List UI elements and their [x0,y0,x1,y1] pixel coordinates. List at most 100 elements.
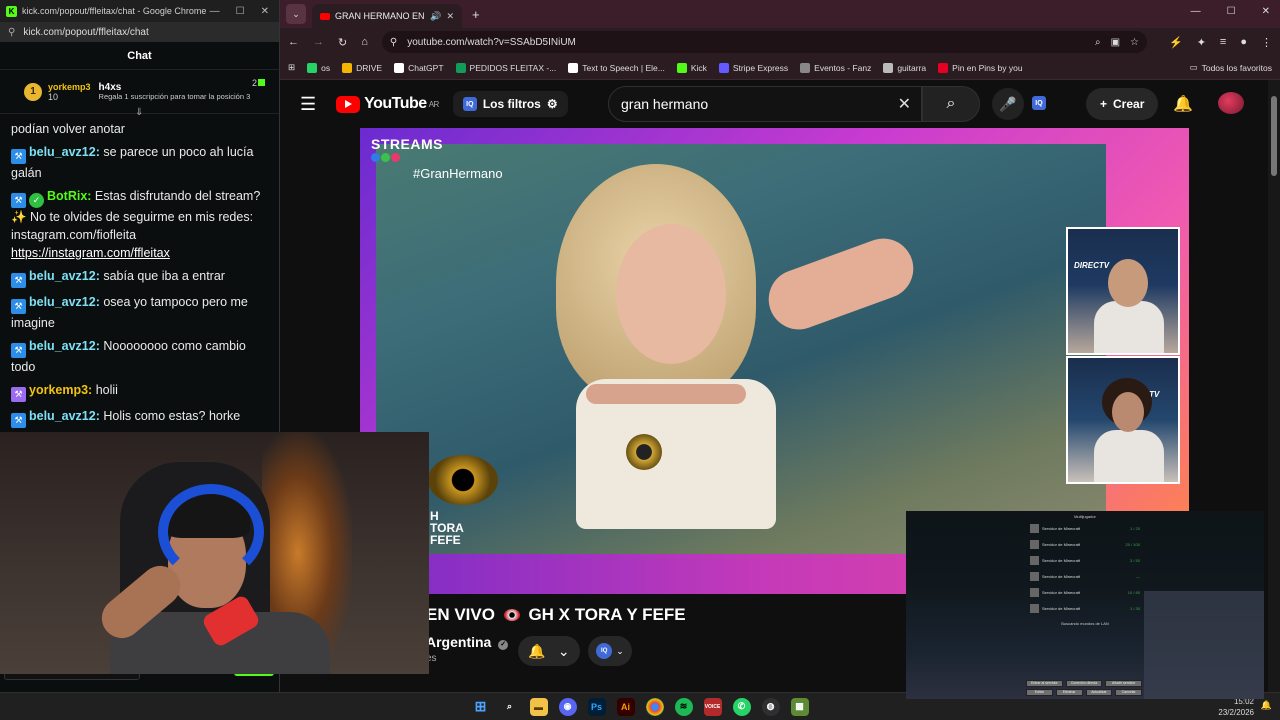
back-icon[interactable]: ← [288,36,299,48]
notification-icon[interactable]: 🔔 [1261,700,1272,711]
install-icon[interactable]: ▣ [1111,37,1120,48]
bookmark-item[interactable]: Pin en Pins by you [938,62,1023,73]
tab-search-icon[interactable]: ⌄ [286,4,306,24]
server-entry[interactable]: Servidor de Minecraft 3 / 50 [1030,555,1140,565]
windows-start-icon[interactable]: ⊞ [472,698,490,716]
extension-icon[interactable]: ⚡ [1169,36,1183,49]
clear-search-icon[interactable]: ✕ [898,94,911,114]
scrollbar-thumb[interactable] [1271,96,1277,176]
hamburger-menu-icon[interactable]: ☰ [300,94,316,115]
game-button[interactable]: Editar [1026,689,1053,696]
minimize-icon[interactable]: — [210,6,220,17]
bookmark-item[interactable]: Text to Speech | Ele... [568,62,665,73]
create-button[interactable]: + Crear [1086,88,1159,120]
new-tab-icon[interactable]: + [472,7,480,22]
chat-username[interactable]: belu_avz12: [29,269,100,283]
photoshop-icon[interactable]: Ps [587,697,606,716]
server-entry[interactable]: Servidor de Minecraft 20 / 100 [1030,539,1140,549]
server-entry[interactable]: Servidor de Minecraft — [1030,571,1140,581]
iq-extension-icon[interactable]: IQ [1032,96,1046,110]
chat-username[interactable]: yorkemp3: [29,383,92,397]
game-button[interactable]: Conexión directa [1065,680,1103,687]
chat-text[interactable]: https://instagram.com/ffleitax [11,246,170,260]
bookmark-item[interactable]: os [307,62,330,73]
kick-window-title: kick.com/popout/ffleitax/chat - Google C… [22,6,207,16]
maximize-icon[interactable]: ☐ [236,6,245,17]
maximize-icon[interactable]: ☐ [1227,6,1236,17]
taskbar-clock[interactable]: 15:02 23/2/2026 [1218,696,1254,718]
kick-logo-icon: K [6,5,17,17]
address-url: youtube.com/watch?v=SSAbD5INiUM [407,36,576,48]
bookmark-favicon-icon [455,62,466,73]
chat-username[interactable]: belu_avz12: [29,339,100,353]
search-input[interactable]: gran hermano ✕ [608,86,922,122]
bookmark-item[interactable]: DRIVE [342,62,382,73]
whatsapp-icon[interactable]: ✆ [732,697,751,716]
site-info-icon[interactable]: ⚲ [390,37,397,48]
reload-icon[interactable]: ↻ [338,36,347,49]
bookmark-item[interactable]: Kick [676,62,707,73]
forward-icon[interactable]: → [313,36,324,48]
chat-username[interactable]: BotRix: [47,189,91,203]
game-button[interactable]: Cancelar [1115,689,1142,696]
top-user-name[interactable]: yorkemp3 [48,82,91,92]
discord-icon[interactable]: ◉ [558,697,577,716]
voice-search-button[interactable]: 🎤 [992,88,1024,120]
illustrator-icon[interactable]: Ai [616,697,635,716]
site-info-icon[interactable]: ⚲ [8,27,15,38]
audio-icon[interactable]: 🔊 [430,11,441,22]
bookmark-item[interactable]: Eventos - Fanz [800,62,871,73]
filters-button[interactable]: IQ Los filtros ⚙ [452,91,568,117]
avatar[interactable] [1218,92,1244,114]
close-icon[interactable]: ✕ [1262,6,1270,17]
server-icon [1030,539,1039,549]
tab-close-icon[interactable]: ✕ [446,11,454,22]
kick-address-bar[interactable]: ⚲ kick.com/popout/ffleitax/chat [0,22,279,42]
game-button[interactable]: Actualizar [1085,689,1113,696]
voicemeeter-icon[interactable]: VOICE [703,697,722,716]
obs-icon[interactable]: ◍ [761,697,780,716]
file-explorer-icon[interactable]: ▬ [529,697,548,716]
address-bar[interactable]: ⚲ youtube.com/watch?v=SSAbD5INiUM ⌕ ▣ ☆ [381,31,1147,53]
microphone-icon: 🎤 [999,95,1017,112]
chrome-icon[interactable] [645,697,664,716]
youtube-logo[interactable]: YouTube AR [336,95,439,113]
youtube-masthead: ☰ YouTube AR IQ Los filtros ⚙ gran herma… [280,80,1280,128]
subscription-bell-button[interactable]: 🔔 ⌄ [518,636,580,666]
minecraft-icon[interactable]: ▩ [790,697,809,716]
game-button[interactable]: Entrar al servidor [1026,680,1063,687]
server-entry[interactable]: Servidor de Minecraft 1 / 20 [1030,523,1140,533]
bookmark-item[interactable]: ChatGPT [394,62,444,73]
chat-username[interactable]: belu_avz12: [29,295,100,309]
profile-icon[interactable]: ● [1240,36,1247,49]
tab-youtube[interactable]: GRAN HERMANO EN VIVO 🔊 ✕ [312,4,462,28]
apps-icon[interactable]: ⊞ [288,62,295,73]
minimize-icon[interactable]: — [1191,6,1201,17]
all-bookmarks[interactable]: ▭ Todos los favoritos [1190,62,1272,73]
chat-username[interactable]: belu_avz12: [29,409,100,423]
bookmark-star-icon[interactable]: ☆ [1130,37,1139,48]
menu-icon[interactable]: ⋮ [1261,36,1272,49]
game-button[interactable]: Añadir servidor [1105,680,1143,687]
server-entry[interactable]: Servidor de Minecraft 1 / 30 [1030,603,1140,613]
filters-label: Los filtros [482,97,541,111]
zoom-icon[interactable]: ⌕ [1095,37,1101,48]
server-entry[interactable]: Servidor de Minecraft 10 / 80 [1030,587,1140,597]
bookmark-item[interactable]: guitarra [883,62,926,73]
bookmark-item[interactable]: Stripe Express [718,62,788,73]
search-icon[interactable]: ⌕ [501,698,519,716]
close-icon[interactable]: ✕ [261,6,269,17]
game-button[interactable]: Eliminar [1055,689,1083,696]
bookmark-item[interactable]: PEDIDOS FLEITAX -... [455,62,556,73]
spotify-icon[interactable]: ≋ [674,697,693,716]
extensions-puzzle-icon[interactable]: ✦ [1197,36,1206,49]
iq-button[interactable]: IQ ⌄ [588,636,632,666]
page-scrollbar[interactable] [1268,80,1280,692]
chat-username[interactable]: belu_avz12: [29,145,100,159]
channel-name[interactable]: Argentina ✓ [426,634,509,650]
scene-stone [1144,591,1264,699]
notifications-bell-icon[interactable]: 🔔 [1173,94,1193,114]
media-controls-icon[interactable]: ≡ [1220,36,1226,49]
search-button[interactable]: ⌕ [922,86,980,122]
home-icon[interactable]: ⌂ [361,36,368,48]
